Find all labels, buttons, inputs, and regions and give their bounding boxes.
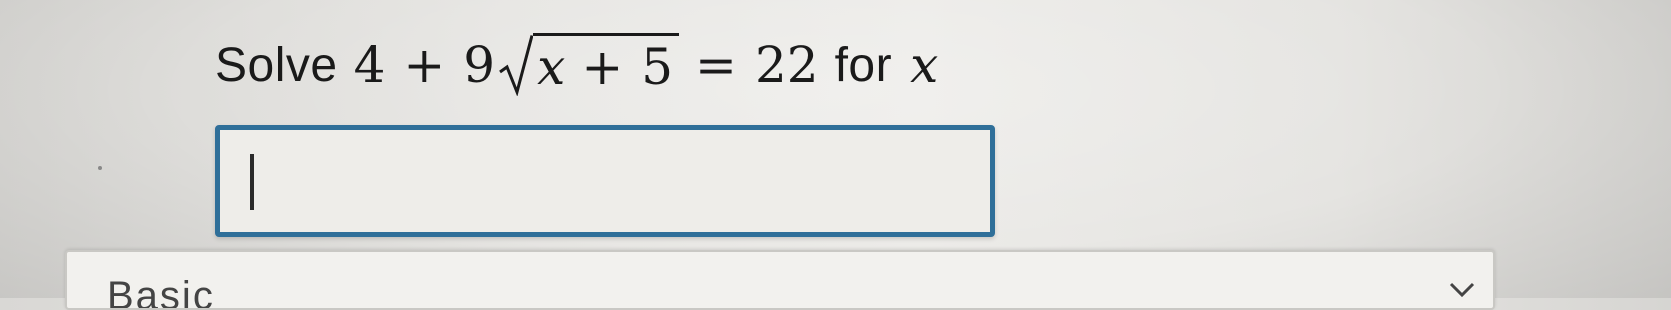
radical-sign-icon <box>499 35 534 96</box>
text-caret <box>250 154 254 210</box>
equation: 4 + 9 x + 5 = 22 <box>352 33 821 96</box>
equation-lhs-constant: 4 <box>353 36 386 94</box>
radicand-variable: x <box>537 38 566 96</box>
square-root: x + 5 <box>499 33 680 96</box>
equation-plus-operator: + <box>403 36 446 94</box>
target-variable-wrap: x <box>910 36 938 94</box>
radicand: x + 5 <box>533 33 680 96</box>
question-for-word: for <box>834 38 893 92</box>
chevron-down-icon[interactable] <box>1447 280 1477 300</box>
equation-equals-sign: = <box>695 36 737 94</box>
math-palette-panel[interactable]: Basic <box>65 250 1495 310</box>
question-prefix: Solve <box>215 38 338 92</box>
equation-coefficient: 9 <box>463 36 496 94</box>
answer-input[interactable] <box>215 125 995 237</box>
palette-tab-basic[interactable]: Basic <box>107 274 215 308</box>
radicand-constant: 5 <box>641 38 674 96</box>
screen-speck <box>98 166 102 170</box>
target-variable: x <box>910 36 939 94</box>
radicand-plus-operator: + <box>581 38 624 96</box>
equation-rhs: 22 <box>754 36 819 94</box>
question-prompt: Solve 4 + 9 x + 5 = 22 for x <box>215 30 952 100</box>
